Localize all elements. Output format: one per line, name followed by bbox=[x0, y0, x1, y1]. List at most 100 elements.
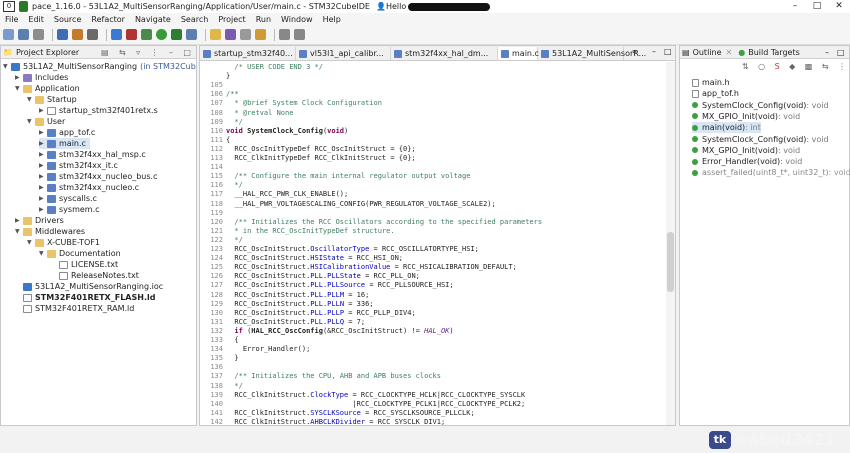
new-icon[interactable] bbox=[3, 29, 14, 40]
tree-item-syscalls[interactable]: ▶ syscalls.c bbox=[39, 193, 97, 204]
menu-file[interactable]: File bbox=[5, 15, 18, 24]
tree-item-startup[interactable]: ▼ Startup bbox=[27, 94, 77, 105]
settings-icon[interactable] bbox=[87, 29, 98, 40]
tree-item-startup-file[interactable]: ▶ startup_stm32f401retx.s bbox=[39, 105, 158, 116]
chevron-right-icon[interactable]: ▶ bbox=[39, 182, 47, 193]
tree-item-nucleo[interactable]: ▶ stm32f4xx_nucleo.c bbox=[39, 182, 139, 193]
outline-item[interactable]: Error_Handler(void) : void bbox=[692, 156, 802, 167]
minimize-view-icon[interactable]: – bbox=[825, 48, 829, 57]
menu-source[interactable]: Source bbox=[54, 15, 81, 24]
forward-icon[interactable] bbox=[294, 29, 305, 40]
search-icon[interactable] bbox=[225, 29, 236, 40]
outline-item[interactable]: main(void) : int bbox=[692, 122, 761, 134]
filter-icon[interactable]: ▿ bbox=[136, 48, 140, 57]
hide-fields-icon[interactable]: ○ bbox=[758, 62, 765, 71]
code-area[interactable]: /* USER CODE END 3 */} /** * @brief Syste… bbox=[226, 62, 654, 425]
tab-multisensor[interactable]: 53L1A2_MultiSensorR... bbox=[538, 47, 646, 60]
tab-overflow-icon[interactable]: » bbox=[632, 47, 637, 56]
maximize-editor-icon[interactable]: □ bbox=[664, 47, 672, 56]
tree-item-project[interactable]: ▼ 53L1A2_MultiSensorRanging (in STM32Cub… bbox=[3, 61, 196, 72]
outline-item[interactable]: MX_GPIO_Init(void) : void bbox=[692, 145, 800, 156]
hammer-icon[interactable] bbox=[72, 29, 83, 40]
build-icon[interactable] bbox=[57, 29, 68, 40]
outline-item[interactable]: assert_failed(uint8_t*, uint32_t) : void bbox=[692, 167, 850, 178]
tree-item-user[interactable]: ▼ User bbox=[27, 116, 65, 127]
tree-item-sysmem[interactable]: ▶ sysmem.c bbox=[39, 204, 100, 215]
menu-refactor[interactable]: Refactor bbox=[91, 15, 125, 24]
tree-item-application[interactable]: ▼ Application bbox=[15, 83, 80, 94]
hide-static-icon[interactable]: S bbox=[775, 62, 780, 71]
outline-item[interactable]: main.h bbox=[692, 77, 730, 88]
toggle-mark-icon[interactable] bbox=[240, 29, 251, 40]
chevron-right-icon[interactable]: ▶ bbox=[39, 127, 47, 138]
window-menu-box[interactable]: 0 bbox=[3, 1, 15, 12]
outline-item[interactable]: app_tof.h bbox=[692, 88, 739, 99]
chevron-right-icon[interactable]: ▶ bbox=[15, 72, 23, 83]
tree-item-app-tof[interactable]: ▶ app_tof.c bbox=[39, 127, 95, 138]
menu-search[interactable]: Search bbox=[181, 15, 208, 24]
save-icon[interactable] bbox=[18, 29, 29, 40]
save-all-icon[interactable] bbox=[33, 29, 44, 40]
maximize-view-icon[interactable]: □ bbox=[183, 48, 191, 57]
close-icon[interactable]: ✕ bbox=[828, 0, 850, 13]
back-icon[interactable] bbox=[279, 29, 290, 40]
maximize-view-icon[interactable]: □ bbox=[837, 48, 845, 57]
chevron-right-icon[interactable]: ▶ bbox=[39, 160, 47, 171]
tree-item-license[interactable]: LICENSE.txt bbox=[51, 259, 118, 270]
chevron-down-icon[interactable]: ▼ bbox=[27, 116, 35, 127]
minimize-view-icon[interactable]: – bbox=[169, 48, 173, 57]
tree-item-documentation[interactable]: ▼ Documentation bbox=[39, 248, 121, 259]
stop-icon[interactable] bbox=[126, 29, 137, 40]
menu-help[interactable]: Help bbox=[323, 15, 341, 24]
tree-item-main-c[interactable]: ▶ main.c bbox=[39, 138, 90, 149]
project-explorer-title[interactable]: Project Explorer bbox=[16, 48, 79, 57]
outline-item[interactable]: SystemClock_Config(void) : void bbox=[692, 100, 829, 111]
run-icon[interactable] bbox=[156, 29, 167, 40]
maximize-icon[interactable]: □ bbox=[806, 0, 828, 13]
tree-item-flash-ld[interactable]: STM32F401RETX_FLASH.ld bbox=[15, 292, 155, 303]
open-type-icon[interactable] bbox=[210, 29, 221, 40]
chevron-down-icon[interactable]: ▼ bbox=[15, 226, 23, 237]
chevron-down-icon[interactable]: ▼ bbox=[39, 248, 47, 259]
menu-window[interactable]: Window bbox=[281, 15, 313, 24]
chevron-right-icon[interactable]: ▶ bbox=[39, 138, 47, 149]
tab-main-c[interactable]: main.c bbox=[498, 47, 539, 60]
chevron-down-icon[interactable]: ▼ bbox=[27, 94, 35, 105]
run-config-icon[interactable] bbox=[171, 29, 182, 40]
group-icon[interactable]: ▩ bbox=[805, 62, 813, 71]
tab-outline[interactable]: Outline bbox=[693, 48, 722, 57]
tree-item-x-cube-tof1[interactable]: ▼ X-CUBE-TOF1 bbox=[27, 237, 100, 248]
chevron-right-icon[interactable]: ▶ bbox=[39, 105, 47, 116]
tree-item-drivers[interactable]: ▶ Drivers bbox=[15, 215, 64, 226]
chevron-down-icon[interactable]: ▼ bbox=[3, 61, 11, 72]
tree-item-nucleo-bus[interactable]: ▶ stm32f4xx_nucleo_bus.c bbox=[39, 171, 158, 182]
vertical-scrollbar[interactable] bbox=[666, 62, 675, 425]
outline-item[interactable]: SystemClock_Config(void) : void bbox=[692, 134, 829, 145]
scrollbar-thumb[interactable] bbox=[667, 232, 674, 292]
tree-item-release-notes[interactable]: ReleaseNotes.txt bbox=[51, 270, 139, 281]
hide-non-public-icon[interactable]: ◆ bbox=[789, 62, 795, 71]
menu-edit[interactable]: Edit bbox=[28, 15, 44, 24]
tree-item-ram-ld[interactable]: STM32F401RETX_RAM.ld bbox=[15, 303, 134, 314]
external-tools-icon[interactable] bbox=[186, 29, 197, 40]
chevron-right-icon[interactable]: ▶ bbox=[39, 193, 47, 204]
minimize-icon[interactable]: – bbox=[784, 0, 806, 13]
pin-icon[interactable] bbox=[255, 29, 266, 40]
outline-item[interactable]: MX_GPIO_Init(void) : void bbox=[692, 111, 800, 122]
refresh-icon[interactable] bbox=[141, 29, 152, 40]
tree-item-ioc[interactable]: 53L1A2_MultiSensorRanging.ioc bbox=[15, 281, 163, 292]
chevron-right-icon[interactable]: ▶ bbox=[39, 204, 47, 215]
menu-project[interactable]: Project bbox=[218, 15, 245, 24]
link-editor-icon[interactable]: ⇆ bbox=[119, 48, 126, 57]
menu-run[interactable]: Run bbox=[256, 15, 271, 24]
tab-startup[interactable]: startup_stm32f40... bbox=[200, 47, 296, 60]
chevron-right-icon[interactable]: ▶ bbox=[39, 171, 47, 182]
tree-item-middlewares[interactable]: ▼ Middlewares bbox=[15, 226, 85, 237]
collapse-all-icon[interactable]: ▤ bbox=[101, 48, 109, 57]
chevron-right-icon[interactable]: ▶ bbox=[15, 215, 23, 226]
tree-item-includes[interactable]: ▶ Includes bbox=[15, 72, 68, 83]
close-icon[interactable]: ✕ bbox=[726, 48, 733, 57]
chevron-down-icon[interactable]: ▼ bbox=[15, 83, 23, 94]
chevron-down-icon[interactable]: ▼ bbox=[27, 237, 35, 248]
minimize-editor-icon[interactable]: – bbox=[652, 47, 656, 56]
